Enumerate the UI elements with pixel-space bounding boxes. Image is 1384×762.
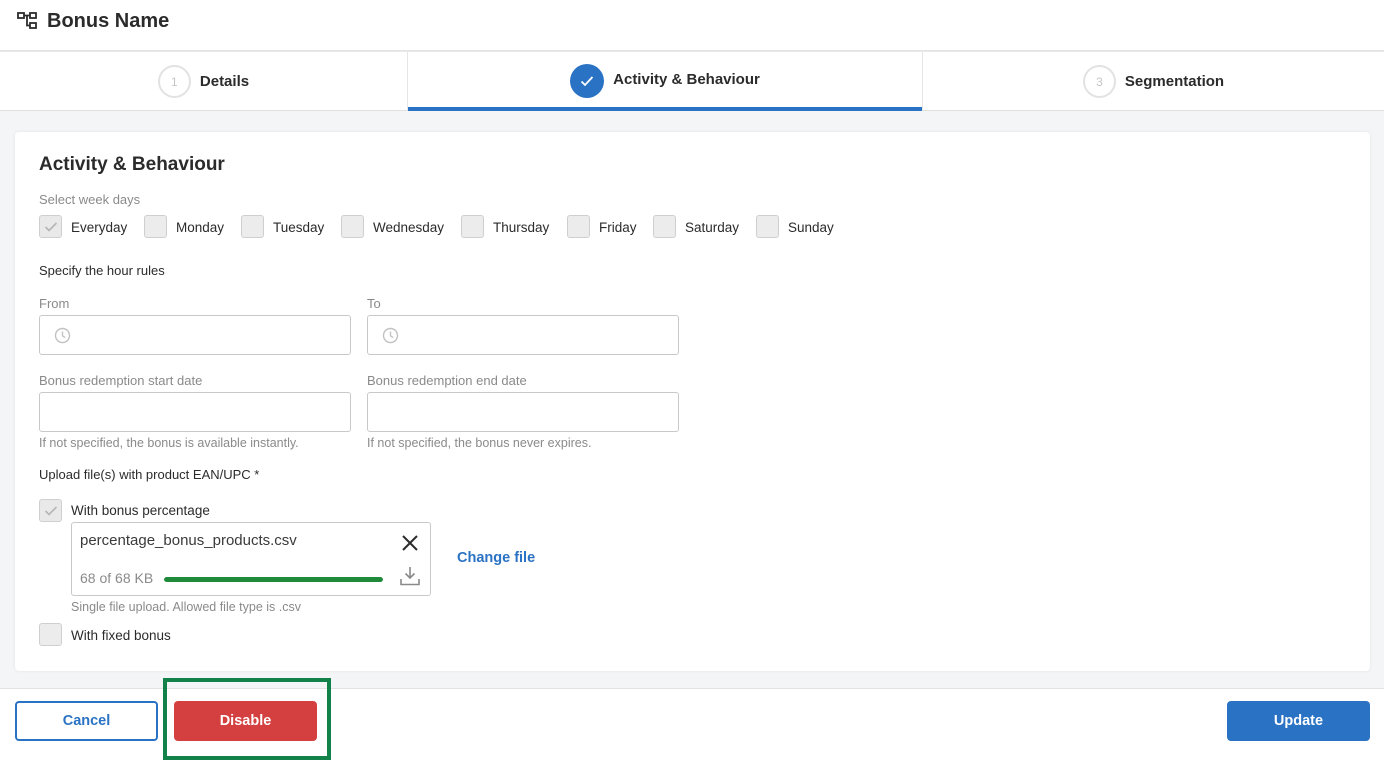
update-button[interactable]: Update (1227, 701, 1370, 741)
tuesday-label: Tuesday (273, 220, 325, 235)
highlight-box (163, 678, 331, 760)
upload-progress-fill (164, 577, 383, 582)
monday-label: Monday (176, 220, 225, 235)
step-number: 1 (157, 65, 191, 98)
file-name: percentage_bonus_products.csv (80, 532, 297, 549)
cancel-button[interactable]: Cancel (15, 701, 158, 741)
saturday-checkbox[interactable] (653, 215, 676, 238)
step-number: 3 (1082, 65, 1116, 98)
to-label: To (367, 296, 381, 311)
step-label: Activity & Behaviour (613, 71, 760, 88)
upload-progress-bar (164, 577, 383, 582)
wednesday-checkbox[interactable] (341, 215, 364, 238)
everyday-checkbox[interactable] (39, 215, 62, 238)
check-icon (570, 63, 605, 98)
clock-icon (382, 327, 399, 344)
to-time-input[interactable] (367, 315, 679, 355)
page-header: Bonus Name (0, 0, 1384, 51)
saturday-label: Saturday (685, 220, 740, 235)
uploaded-file-card: percentage_bonus_products.csv 68 of 68 K… (71, 522, 431, 596)
clock-icon (54, 327, 71, 344)
sunday-label: Sunday (788, 220, 834, 235)
step-label: Segmentation (1124, 73, 1225, 90)
stepper: 1 Details Activity & Behaviour 3 Segment… (0, 52, 1384, 111)
with-bonus-percentage-checkbox[interactable] (39, 499, 62, 522)
with-fixed-bonus-label: With fixed bonus (71, 628, 171, 643)
step-details[interactable]: 1 Details (0, 52, 407, 111)
step-activity-behaviour[interactable]: Activity & Behaviour (408, 52, 922, 111)
sunday-checkbox[interactable] (756, 215, 779, 238)
change-file-link[interactable]: Change file (457, 550, 535, 566)
page-title: Bonus Name (47, 10, 170, 32)
start-date-label: Bonus redemption start date (39, 373, 203, 388)
check-icon (44, 222, 58, 232)
friday-checkbox[interactable] (567, 215, 590, 238)
start-date-input[interactable] (39, 392, 351, 432)
tuesday-checkbox[interactable] (241, 215, 264, 238)
from-time-input[interactable] (39, 315, 351, 355)
end-date-label: Bonus redemption end date (367, 373, 527, 388)
step-divider (407, 52, 408, 111)
with-fixed-bonus-checkbox[interactable] (39, 623, 62, 646)
hierarchy-icon (17, 12, 37, 29)
step-segmentation[interactable]: 3 Segmentation (923, 52, 1384, 111)
file-help: Single file upload. Allowed file type is… (71, 600, 301, 614)
end-date-help: If not specified, the bonus never expire… (367, 436, 592, 450)
end-date-input[interactable] (367, 392, 679, 432)
thursday-label: Thursday (493, 220, 550, 235)
monday-checkbox[interactable] (144, 215, 167, 238)
close-icon[interactable] (401, 534, 419, 552)
wednesday-label: Wednesday (373, 220, 445, 235)
thursday-checkbox[interactable] (461, 215, 484, 238)
check-icon (44, 506, 58, 516)
section-title: Activity & Behaviour (39, 154, 225, 175)
upload-label: Upload file(s) with product EAN/UPC * (39, 467, 260, 482)
from-label: From (39, 296, 70, 311)
start-date-help: If not specified, the bonus is available… (39, 436, 299, 450)
hour-rules-label: Specify the hour rules (39, 263, 165, 278)
step-divider (922, 52, 923, 111)
everyday-label: Everyday (71, 220, 128, 235)
download-icon[interactable] (399, 565, 421, 587)
file-size: 68 of 68 KB (80, 570, 154, 586)
activity-behaviour-card: Activity & Behaviour Select week days Ev… (15, 132, 1370, 671)
friday-label: Friday (599, 220, 637, 235)
with-bonus-percentage-label: With bonus percentage (71, 503, 210, 518)
weekdays-label: Select week days (39, 192, 141, 207)
step-label: Details (199, 73, 250, 90)
